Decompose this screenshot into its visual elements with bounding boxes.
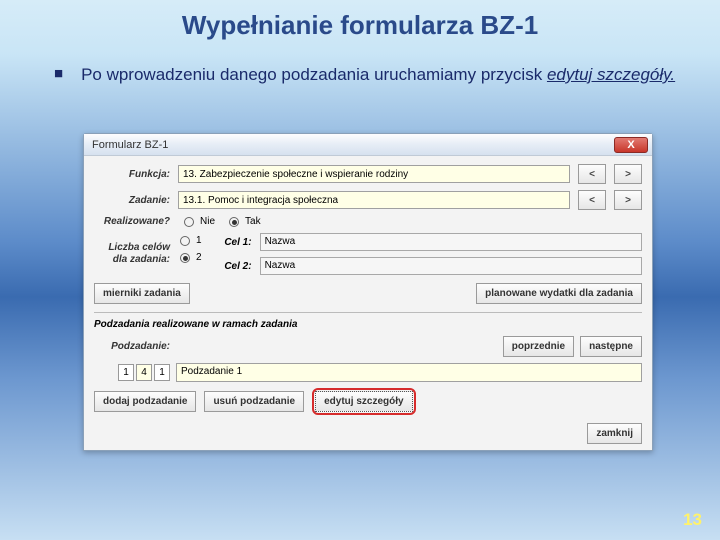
zadanie-prev-button[interactable]: < [578, 190, 606, 210]
section-title: Podzadania realizowane w ramach zadania [94, 312, 642, 330]
label-liczba-celow: Liczba celów dla zadania: [94, 242, 170, 266]
highlight-box: edytuj szczegóły [312, 388, 415, 415]
bullet-item: ■ Po wprowadzeniu danego podzadania uruc… [0, 41, 720, 85]
close-icon: X [627, 139, 634, 151]
zamknij-button[interactable]: zamknij [587, 423, 642, 444]
nastepne-button[interactable]: następne [580, 336, 642, 357]
funkcja-prev-button[interactable]: < [578, 164, 606, 184]
counter-right[interactable]: 1 [154, 364, 170, 381]
wydatki-button[interactable]: planowane wydatki dla zadania [476, 283, 642, 304]
usun-podzadanie-button[interactable]: usuń podzadanie [204, 391, 304, 412]
cel2-field[interactable]: Nazwa [260, 257, 642, 275]
close-button[interactable]: X [614, 137, 648, 153]
radio-nie-label: Nie [200, 216, 215, 227]
radio-cele-1[interactable] [180, 236, 190, 246]
radio-cele-2[interactable] [180, 253, 190, 263]
zadanie-next-button[interactable]: > [614, 190, 642, 210]
funkcja-next-button[interactable]: > [614, 164, 642, 184]
label-zadanie: Zadanie: [94, 195, 170, 206]
page-number: 13 [683, 510, 702, 530]
poprzednie-button[interactable]: poprzednie [503, 336, 574, 357]
radio-tak[interactable] [229, 217, 239, 227]
counter-left[interactable]: 1 [118, 364, 134, 381]
edytuj-szczegoly-button[interactable]: edytuj szczegóły [315, 391, 412, 412]
mierniki-button[interactable]: mierniki zadania [94, 283, 190, 304]
cel1-field[interactable]: Nazwa [260, 233, 642, 251]
label-cel1: Cel 1: [212, 237, 252, 248]
label-realizowane: Realizowane? [94, 216, 170, 227]
podzadanie-counter: 1 4 1 [118, 364, 170, 381]
label-cel2: Cel 2: [212, 261, 252, 272]
form-window: Formularz BZ-1 X Funkcja: 13. Zabezpiecz… [83, 133, 653, 451]
podzadanie-field[interactable]: Podzadanie 1 [176, 363, 642, 382]
radio-nie[interactable] [184, 217, 194, 227]
slide-title: Wypełnianie formularza BZ-1 [0, 0, 720, 41]
label-podzadanie: Podzadanie: [94, 341, 170, 352]
titlebar: Formularz BZ-1 X [84, 134, 652, 156]
window-title: Formularz BZ-1 [92, 139, 614, 151]
bullet-icon: ■ [54, 65, 63, 85]
funkcja-field[interactable]: 13. Zabezpieczenie społeczne i wspierani… [178, 165, 570, 183]
counter-mid[interactable]: 4 [136, 364, 152, 381]
dodaj-podzadanie-button[interactable]: dodaj podzadanie [94, 391, 196, 412]
label-funkcja: Funkcja: [94, 169, 170, 180]
bullet-text: Po wprowadzeniu danego podzadania urucha… [81, 65, 675, 85]
zadanie-field[interactable]: 13.1. Pomoc i integracja społeczna [178, 191, 570, 209]
radio-cele-2-label: 2 [196, 252, 202, 263]
radio-cele-1-label: 1 [196, 235, 202, 246]
radio-tak-label: Tak [245, 216, 261, 227]
